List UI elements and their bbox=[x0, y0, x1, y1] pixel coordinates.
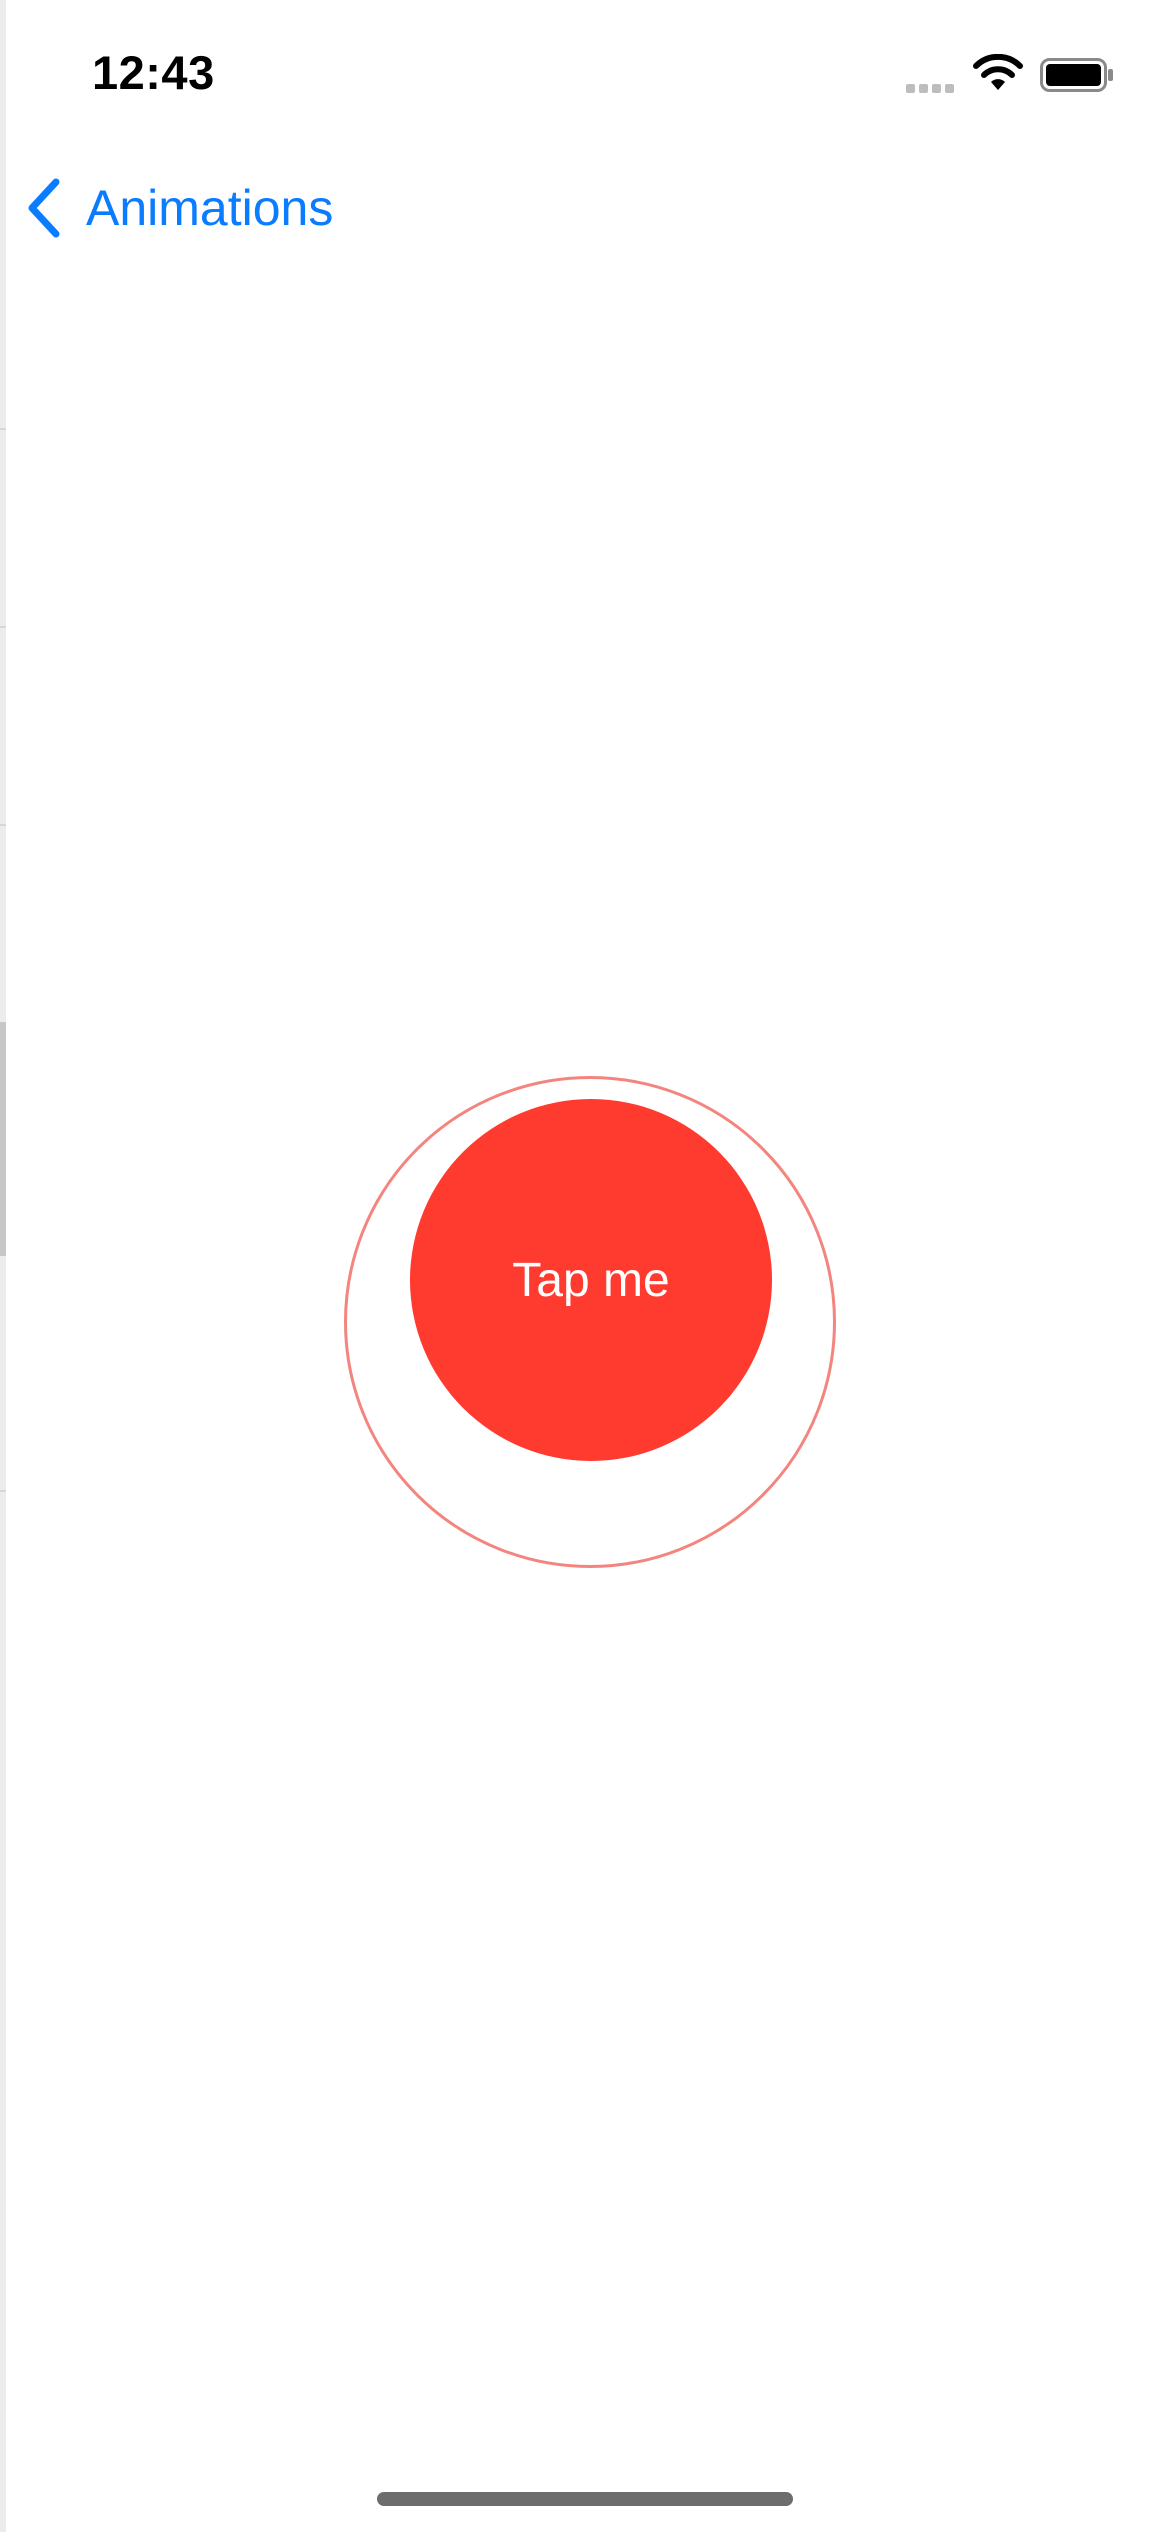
back-button-label: Animations bbox=[86, 180, 334, 236]
tap-me-button[interactable]: Tap me bbox=[410, 1099, 772, 1461]
home-indicator[interactable] bbox=[377, 2492, 793, 2506]
signal-bars-icon bbox=[906, 80, 958, 98]
screen: 12:43 Animations Tap me bbox=[0, 0, 1170, 2532]
battery-icon bbox=[1040, 58, 1114, 97]
status-time: 12:43 bbox=[92, 46, 215, 99]
chevron-left-icon bbox=[24, 176, 62, 240]
previous-screen-divider bbox=[0, 824, 6, 826]
previous-screen-edge bbox=[0, 0, 6, 2532]
back-button[interactable]: Animations bbox=[24, 170, 333, 246]
previous-screen-divider bbox=[0, 1490, 6, 1492]
previous-screen-selected-row bbox=[0, 1022, 6, 1256]
previous-screen-divider bbox=[0, 428, 6, 430]
tap-me-label: Tap me bbox=[512, 1253, 670, 1307]
previous-screen-divider bbox=[0, 626, 6, 628]
wifi-icon bbox=[972, 53, 1024, 97]
